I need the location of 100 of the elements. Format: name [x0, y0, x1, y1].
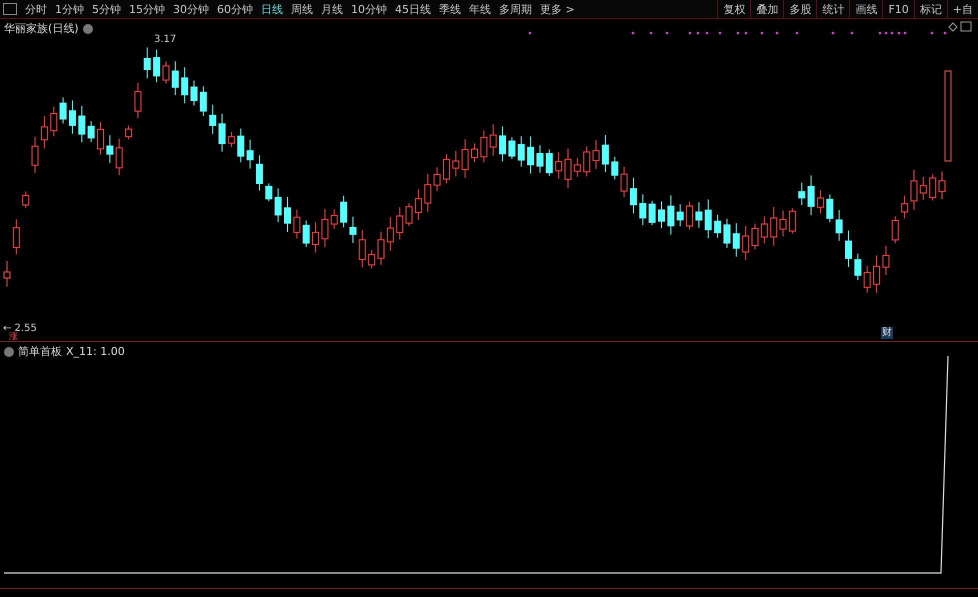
period-tab[interactable]: 月线 — [317, 2, 347, 16]
period-tab[interactable]: 日线 — [257, 2, 287, 16]
candlestick — [892, 216, 899, 244]
period-tab[interactable]: 10分钟 — [347, 2, 391, 16]
period-tab[interactable]: 1分钟 — [51, 2, 88, 16]
candlestick — [228, 131, 235, 148]
candlestick — [564, 148, 572, 188]
panel-toggle-icon[interactable] — [960, 22, 972, 32]
candlestick — [125, 125, 132, 140]
period-tab[interactable]: 45日线 — [391, 2, 435, 16]
candlestick — [424, 173, 432, 212]
candlestick — [910, 169, 918, 210]
candlestick — [209, 104, 216, 134]
candlestick — [546, 149, 553, 176]
candlestick — [434, 166, 441, 192]
candlestick — [752, 223, 758, 250]
candlestick — [555, 152, 562, 179]
dropdown-icon[interactable] — [4, 346, 14, 356]
candlestick — [780, 210, 787, 237]
high-price-label: 3.17 — [154, 34, 176, 45]
candlestick — [462, 138, 469, 178]
candlestick — [452, 150, 460, 177]
candlestick — [190, 80, 198, 106]
candlestick — [929, 174, 936, 201]
candlestick — [106, 134, 114, 164]
period-tab[interactable]: 5分钟 — [88, 2, 125, 16]
candlestick — [574, 158, 581, 178]
candlestick — [396, 206, 404, 240]
candlestick — [742, 226, 750, 260]
candlestick — [620, 166, 628, 198]
toolbar-button[interactable]: 多股 — [783, 0, 816, 18]
candlestick — [153, 49, 160, 83]
period-tab[interactable]: 季线 — [435, 2, 465, 16]
more-tab[interactable]: 更多 > — [536, 2, 579, 16]
period-tab[interactable]: 30分钟 — [169, 2, 213, 16]
toolbar-button[interactable]: 统计 — [816, 0, 850, 18]
diamond-icon[interactable] — [948, 22, 958, 32]
candlestick — [648, 200, 656, 226]
toolbar-button[interactable]: +自 — [946, 0, 978, 18]
candlestick — [330, 208, 338, 230]
candlestick — [88, 120, 95, 143]
candlestick — [144, 47, 151, 79]
candlestick — [770, 206, 778, 246]
candlestick — [442, 154, 450, 184]
layout-icon[interactable] — [3, 3, 17, 15]
period-tab[interactable]: 多周期 — [495, 2, 536, 16]
candlestick — [246, 139, 254, 169]
candlestick — [760, 216, 768, 244]
period-tab[interactable]: 60分钟 — [213, 2, 257, 16]
candlestick — [68, 100, 76, 134]
candlestick — [321, 208, 328, 248]
candlestick — [340, 195, 348, 228]
toolbar-button[interactable]: F10 — [882, 0, 914, 18]
candlestick — [499, 126, 506, 162]
candlestick — [12, 218, 20, 255]
candlestick — [864, 266, 871, 294]
candlestick — [265, 182, 272, 202]
candlestick — [358, 229, 366, 268]
candlestick — [882, 245, 890, 276]
period-tab[interactable]: 15分钟 — [125, 2, 169, 16]
candlestick — [676, 204, 684, 227]
candlestick — [732, 222, 740, 258]
candlestick — [816, 190, 824, 214]
candlestick — [78, 105, 86, 143]
candlestick — [480, 130, 488, 163]
candlestick — [50, 106, 58, 137]
candlestick — [854, 253, 862, 281]
dropdown-icon[interactable] — [82, 24, 93, 34]
candlestick — [901, 195, 908, 219]
toolbar-button[interactable]: 画线 — [849, 0, 882, 18]
candlestick — [686, 201, 694, 230]
candlestick — [414, 188, 422, 220]
candlestick — [723, 218, 730, 248]
candlestick — [162, 61, 170, 84]
candlestick — [293, 209, 300, 239]
period-tab[interactable]: 周线 — [287, 2, 317, 16]
candlestick — [97, 122, 104, 156]
candlestick — [845, 230, 852, 268]
candlestick — [22, 191, 30, 209]
candlestick — [378, 231, 384, 266]
candlestick — [938, 170, 946, 200]
candlestick — [181, 66, 188, 104]
candlestick — [788, 208, 796, 234]
toolbar-button[interactable]: 叠加 — [750, 0, 784, 18]
period-tab[interactable]: 分时 — [21, 2, 51, 16]
candlestick — [274, 188, 282, 223]
toolbar-button[interactable]: 标记 — [914, 0, 947, 18]
rise-marker: 涨 — [9, 332, 18, 341]
finance-marker: 财 — [881, 327, 893, 339]
candlestick — [873, 255, 880, 294]
period-tab[interactable]: 年线 — [465, 2, 495, 16]
candlestick — [527, 136, 534, 174]
candlestick — [40, 116, 48, 149]
chart-title: 华丽家族(日线) — [4, 21, 79, 36]
candlestick — [508, 136, 516, 160]
toolbar-button[interactable]: 复权 — [717, 0, 750, 18]
candlestick — [695, 202, 702, 228]
indicator-value: X_11: 1.00 — [66, 345, 125, 358]
candlestick — [826, 194, 834, 223]
candlestick — [667, 194, 674, 236]
